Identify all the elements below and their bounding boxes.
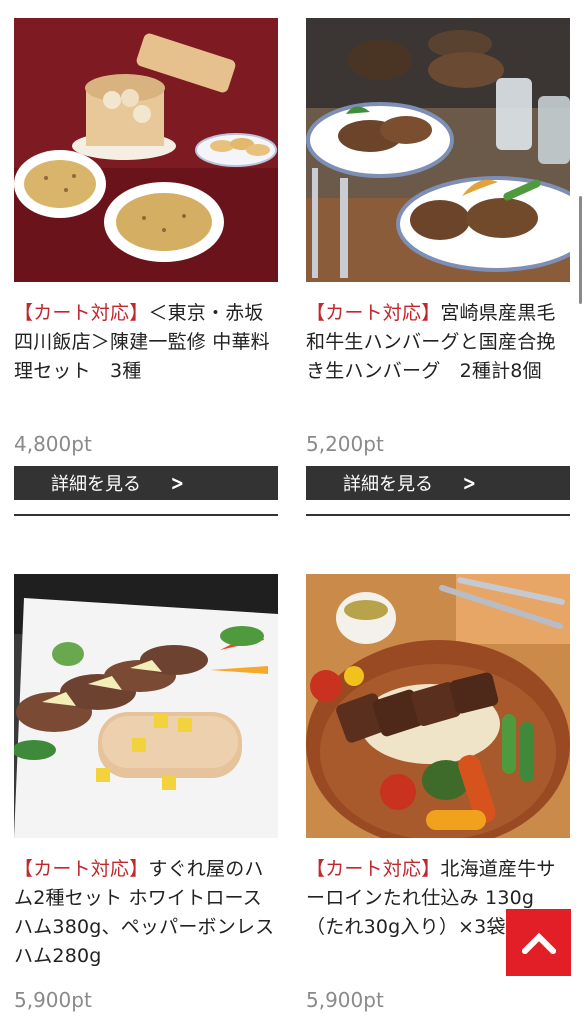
- product-price: 4,800pt: [14, 432, 92, 456]
- detail-button[interactable]: 詳細を見る >: [14, 466, 278, 500]
- product-title[interactable]: 【カート対応】宮崎県産黒毛和牛生ハンバーグと国産合挽き生ハンバーグ 2種計8個: [306, 299, 570, 419]
- product-price: 5,200pt: [306, 432, 384, 456]
- product-image-hamburg[interactable]: [306, 18, 570, 282]
- cart-tag: 【カート対応】: [306, 302, 441, 324]
- product-price: 5,900pt: [306, 988, 384, 1012]
- detail-button[interactable]: 詳細を見る >: [306, 466, 570, 500]
- chevron-right-icon: >: [462, 471, 477, 495]
- product-image-chinese-set[interactable]: [14, 18, 278, 282]
- cart-tag: 【カート対応】: [14, 302, 149, 324]
- product-card[interactable]: 【カート対応】宮崎県産黒毛和牛生ハンバーグと国産合挽き生ハンバーグ 2種計8個 …: [306, 18, 570, 516]
- product-title[interactable]: 【カート対応】すぐれ屋のハム2種セット ホワイトロースハム380g、ペッパーボン…: [14, 855, 278, 975]
- cart-tag: 【カート対応】: [306, 858, 441, 880]
- product-price: 5,900pt: [14, 988, 92, 1012]
- chevron-right-icon: >: [170, 471, 185, 495]
- chevron-up-icon: [521, 932, 556, 954]
- product-card[interactable]: 【カート対応】＜東京・赤坂四川飯店＞陳建一監修 中華料理セット 3種 4,800…: [14, 18, 278, 516]
- product-card[interactable]: 【カート対応】すぐれ屋のハム2種セット ホワイトロースハム380g、ペッパーボン…: [14, 574, 278, 1015]
- cart-tag: 【カート対応】: [14, 858, 149, 880]
- product-image-ham-set[interactable]: [14, 574, 278, 838]
- product-image-sirloin[interactable]: [306, 574, 570, 838]
- divider: [306, 514, 570, 516]
- detail-button-label: 詳細を見る: [51, 474, 141, 495]
- divider: [14, 514, 278, 516]
- back-to-top-button[interactable]: [506, 909, 571, 976]
- scrollbar[interactable]: [579, 196, 582, 304]
- detail-button-label: 詳細を見る: [343, 474, 433, 495]
- product-title[interactable]: 【カート対応】＜東京・赤坂四川飯店＞陳建一監修 中華料理セット 3種: [14, 299, 278, 419]
